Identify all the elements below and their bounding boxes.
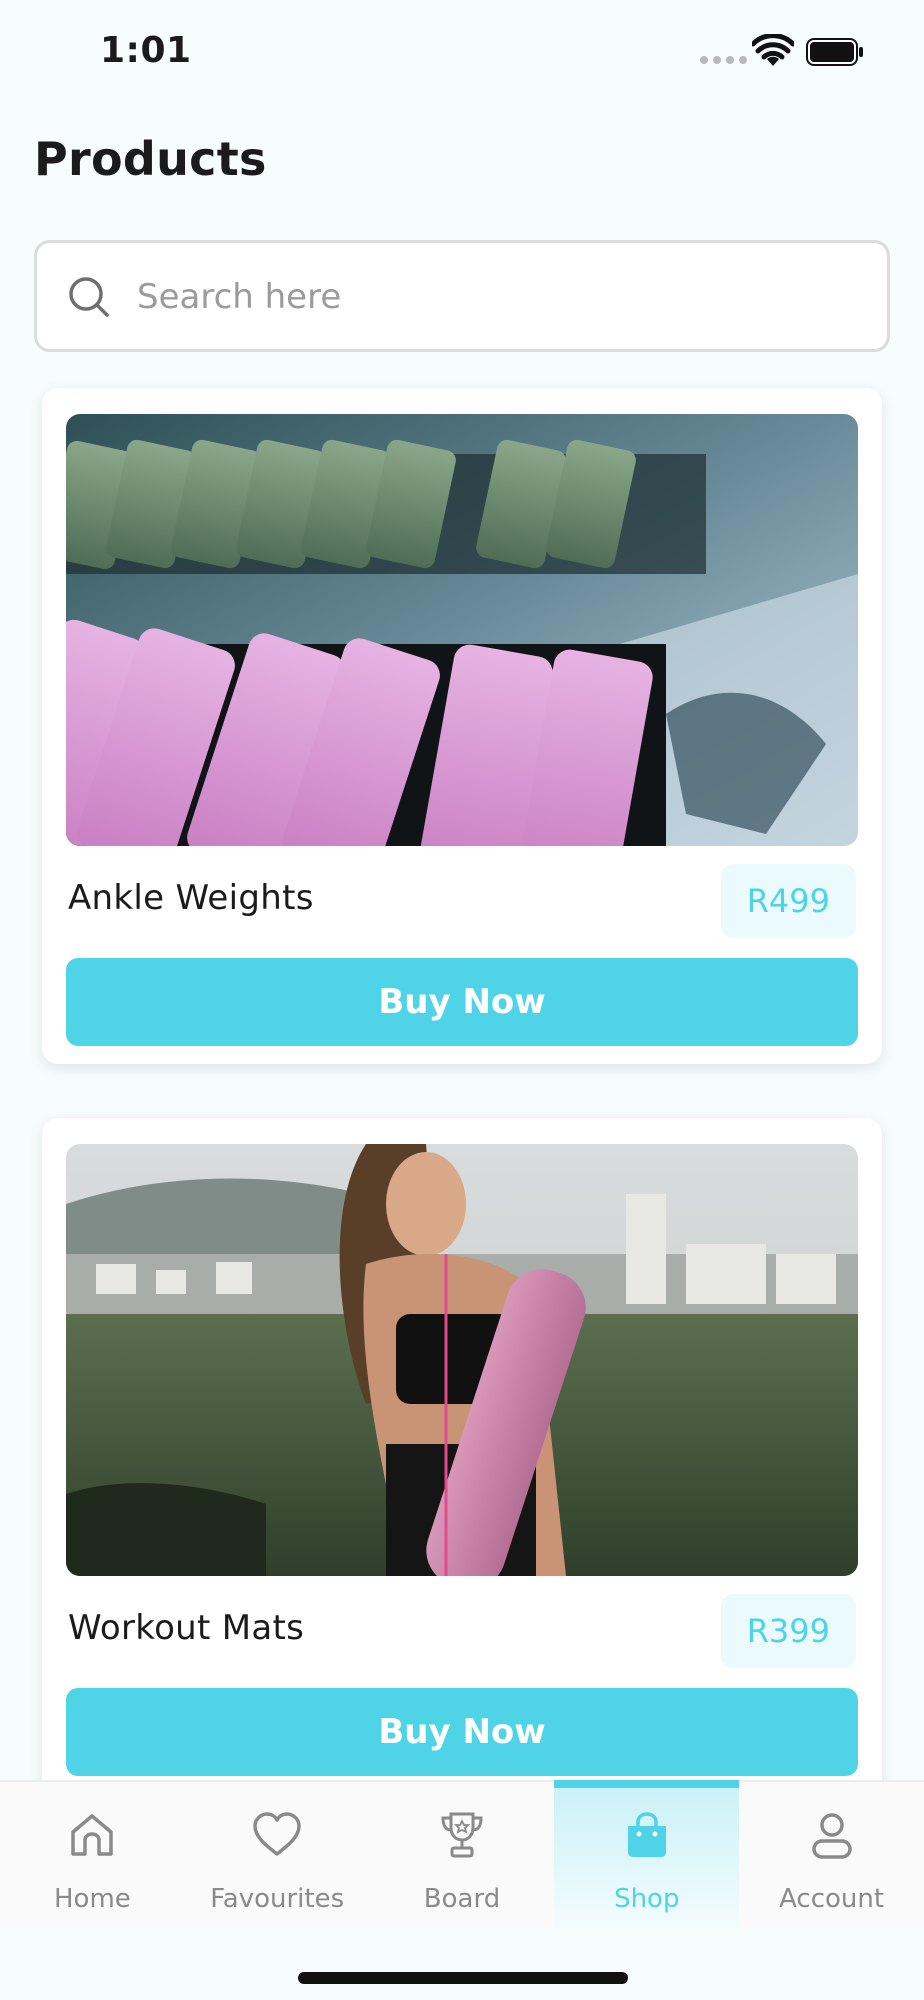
price-badge: R399 — [720, 1594, 856, 1668]
bottom-nav: Home Favourites Board Shop Account — [0, 1780, 924, 1928]
nav-label: Home — [54, 1884, 131, 1914]
nav-label: Board — [423, 1884, 501, 1914]
battery-icon — [806, 38, 863, 66]
search-icon — [69, 277, 109, 317]
workout-mat-photo — [66, 1144, 858, 1576]
ankle-weights-photo — [66, 414, 858, 846]
page-title: Products — [34, 132, 267, 186]
signal-icon — [700, 56, 747, 64]
product-image — [66, 414, 858, 846]
status-time: 1:01 — [100, 30, 192, 71]
buy-now-button[interactable]: Buy Now — [66, 958, 858, 1046]
nav-label: Shop — [614, 1884, 680, 1914]
heart-icon — [253, 1812, 301, 1856]
nav-tab-favourites[interactable]: Favourites — [185, 1782, 370, 1928]
product-card: Ankle Weights R499 Buy Now — [42, 388, 882, 1064]
shopping-bag-icon — [627, 1812, 666, 1857]
search-input[interactable] — [137, 265, 857, 329]
buy-now-button[interactable]: Buy Now — [66, 1688, 858, 1776]
price-badge: R499 — [720, 864, 856, 938]
nav-label: Favourites — [210, 1884, 345, 1914]
products-screen: 1:01 Products Search here Ankle Weights … — [0, 0, 924, 2000]
nav-tab-home[interactable]: Home — [0, 1782, 185, 1928]
nav-tab-account[interactable]: Account — [739, 1782, 924, 1928]
product-name: Workout Mats — [68, 1608, 305, 1648]
home-indicator — [298, 1972, 628, 1984]
user-icon — [811, 1813, 852, 1859]
product-name: Ankle Weights — [68, 878, 314, 918]
status-bar: 1:01 — [0, 0, 924, 104]
nav-tab-shop[interactable]: Shop — [554, 1780, 740, 1928]
product-card: Workout Mats R399 Buy Now — [42, 1118, 882, 1818]
search-bar[interactable] — [34, 240, 890, 352]
nav-label: Account — [779, 1884, 885, 1914]
home-icon — [71, 1814, 114, 1856]
product-image — [66, 1144, 858, 1576]
trophy-icon — [441, 1812, 483, 1858]
nav-tab-board[interactable]: Board — [370, 1782, 555, 1928]
wifi-icon — [752, 34, 794, 66]
